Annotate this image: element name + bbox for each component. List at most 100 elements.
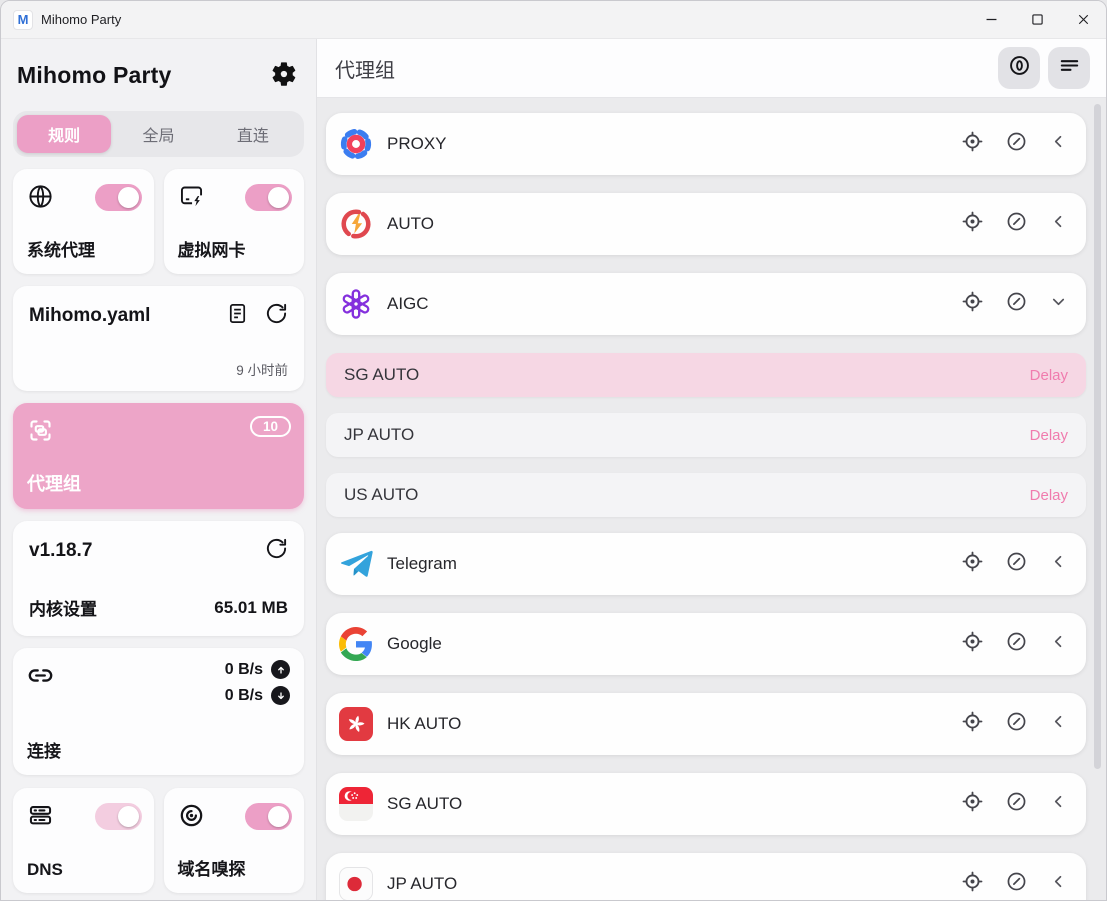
- chevron-down-icon[interactable]: [1049, 292, 1068, 316]
- speedtest-icon[interactable]: [1005, 790, 1028, 818]
- dns-card[interactable]: DNS: [13, 788, 154, 893]
- scrollbar-thumb[interactable]: [1094, 104, 1101, 769]
- download-rate: 0 B/s: [225, 687, 263, 705]
- delay-test-button[interactable]: Delay: [1030, 487, 1068, 504]
- link-icon: [27, 662, 54, 694]
- speedtest-icon[interactable]: [1005, 210, 1028, 238]
- group-row-proxy[interactable]: PROXY: [326, 113, 1086, 175]
- group-row-sg-auto[interactable]: SG AUTO: [326, 773, 1086, 835]
- locate-icon[interactable]: [961, 710, 984, 738]
- delay-test-button[interactable]: Delay: [1030, 367, 1068, 384]
- arrow-up-circle-icon: [271, 660, 290, 679]
- group-name: SG AUTO: [387, 794, 961, 814]
- dns-toggle[interactable]: [95, 803, 142, 830]
- speedtest-icon[interactable]: [1005, 290, 1028, 318]
- speedtest-icon[interactable]: [1005, 130, 1028, 158]
- locate-icon[interactable]: [961, 130, 984, 158]
- circled-zero-icon: [1008, 54, 1031, 82]
- proxy-node-row-us-auto[interactable]: US AUTO Delay: [326, 473, 1086, 517]
- close-button[interactable]: [1060, 1, 1106, 38]
- core-settings-card[interactable]: v1.18.7 内核设置 65.01 MB: [13, 521, 304, 636]
- speedtest-icon[interactable]: [1005, 550, 1028, 578]
- chevron-left-icon[interactable]: [1049, 212, 1068, 236]
- settings-button[interactable]: [270, 60, 300, 90]
- globe-icon: [27, 183, 54, 215]
- refresh-core-icon[interactable]: [265, 537, 288, 565]
- outbound-mode-tabs: 规则 全局 直连: [13, 111, 304, 157]
- tun-card-icon: [178, 183, 205, 215]
- locate-icon[interactable]: [961, 870, 984, 898]
- page-title: 代理组: [335, 54, 990, 83]
- locate-icon[interactable]: [961, 210, 984, 238]
- chevron-left-icon[interactable]: [1049, 132, 1068, 156]
- flag-hk-icon: [339, 707, 373, 741]
- flag-jp-icon: [339, 867, 373, 900]
- chevron-left-icon[interactable]: [1049, 792, 1068, 816]
- profile-card[interactable]: Mihomo.yaml 9 小时前: [13, 286, 304, 391]
- connections-label: 连接: [27, 737, 61, 762]
- tab-global[interactable]: 全局: [111, 115, 205, 153]
- chevron-left-icon[interactable]: [1049, 632, 1068, 656]
- list-lines-icon: [1058, 54, 1081, 82]
- dns-label: DNS: [27, 860, 63, 880]
- system-proxy-card[interactable]: 系统代理: [13, 169, 154, 274]
- group-name: Telegram: [387, 554, 961, 574]
- tab-rule[interactable]: 规则: [17, 115, 111, 153]
- openai-icon: [339, 287, 373, 321]
- delay-display-button[interactable]: [998, 47, 1040, 89]
- sniffer-card[interactable]: 域名嗅探: [164, 788, 305, 893]
- proxy-logo-icon: [339, 127, 373, 161]
- lightning-ring-icon: [339, 207, 373, 241]
- group-name: AIGC: [387, 294, 961, 314]
- tun-label: 虚拟网卡: [178, 236, 246, 261]
- tab-direct[interactable]: 直连: [206, 115, 300, 153]
- speedtest-icon[interactable]: [1005, 630, 1028, 658]
- titlebar: M Mihomo Party: [1, 1, 1106, 39]
- proxy-groups-card[interactable]: 10 代理组: [13, 403, 304, 509]
- proxy-node-name: US AUTO: [344, 485, 1030, 505]
- locate-icon[interactable]: [961, 790, 984, 818]
- proxy-node-name: SG AUTO: [344, 365, 1030, 385]
- locate-icon[interactable]: [961, 290, 984, 318]
- sidebar-app-title: Mihomo Party: [17, 62, 171, 89]
- profile-updated-time: 9 小时前: [236, 359, 288, 379]
- maximize-button[interactable]: [1014, 1, 1060, 38]
- titlebar-title: Mihomo Party: [41, 12, 121, 27]
- chevron-left-icon[interactable]: [1049, 552, 1068, 576]
- group-name: PROXY: [387, 134, 961, 154]
- minimize-button[interactable]: [968, 1, 1014, 38]
- group-row-google[interactable]: Google: [326, 613, 1086, 675]
- proxy-group-list: PROXY AUTO: [317, 98, 1106, 900]
- arrow-down-circle-icon: [271, 686, 290, 705]
- main-header: 代理组: [317, 39, 1106, 98]
- proxy-groups-label: 代理组: [27, 470, 81, 496]
- layout-toggle-button[interactable]: [1048, 47, 1090, 89]
- proxy-node-row-sg-auto[interactable]: SG AUTO Delay: [326, 353, 1086, 397]
- proxy-node-name: JP AUTO: [344, 425, 1030, 445]
- sniffer-toggle[interactable]: [245, 803, 292, 830]
- refresh-profile-icon[interactable]: [265, 302, 288, 330]
- scan-group-icon: [27, 417, 54, 449]
- file-text-icon[interactable]: [226, 302, 249, 330]
- group-row-telegram[interactable]: Telegram: [326, 533, 1086, 595]
- flag-sg-icon: [339, 787, 373, 821]
- group-row-jp-auto[interactable]: JP AUTO: [326, 853, 1086, 900]
- tun-toggle[interactable]: [245, 184, 292, 211]
- group-row-aigc[interactable]: AIGC: [326, 273, 1086, 335]
- proxy-node-row-jp-auto[interactable]: JP AUTO Delay: [326, 413, 1086, 457]
- locate-icon[interactable]: [961, 550, 984, 578]
- tun-card[interactable]: 虚拟网卡: [164, 169, 305, 274]
- delay-test-button[interactable]: Delay: [1030, 427, 1068, 444]
- system-proxy-toggle[interactable]: [95, 184, 142, 211]
- connections-card[interactable]: 0 B/s 0 B/s 连接: [13, 648, 304, 775]
- speedtest-icon[interactable]: [1005, 710, 1028, 738]
- group-name: JP AUTO: [387, 874, 961, 894]
- speedtest-icon[interactable]: [1005, 870, 1028, 898]
- core-memory: 65.01 MB: [214, 598, 288, 618]
- group-row-hk-auto[interactable]: HK AUTO: [326, 693, 1086, 755]
- locate-icon[interactable]: [961, 630, 984, 658]
- core-version: v1.18.7: [29, 540, 92, 562]
- group-row-auto[interactable]: AUTO: [326, 193, 1086, 255]
- chevron-left-icon[interactable]: [1049, 872, 1068, 896]
- chevron-left-icon[interactable]: [1049, 712, 1068, 736]
